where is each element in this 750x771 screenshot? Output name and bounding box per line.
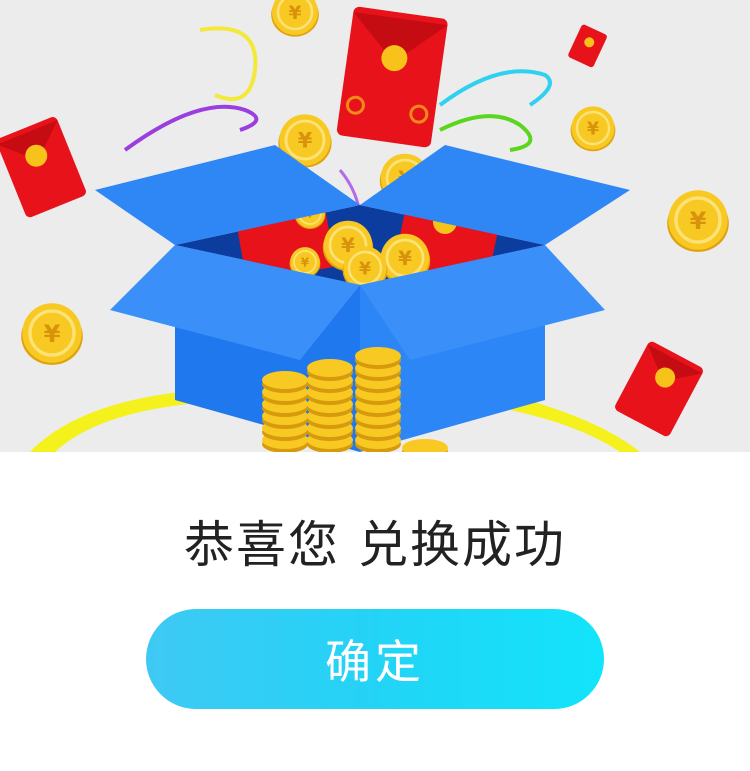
confirm-button[interactable]: 确定: [146, 609, 604, 709]
red-envelope-top: [336, 6, 448, 148]
success-dialog: ¥: [0, 0, 750, 771]
reward-illustration: ¥: [0, 0, 750, 452]
success-message: 恭喜您 兑换成功: [184, 516, 566, 574]
